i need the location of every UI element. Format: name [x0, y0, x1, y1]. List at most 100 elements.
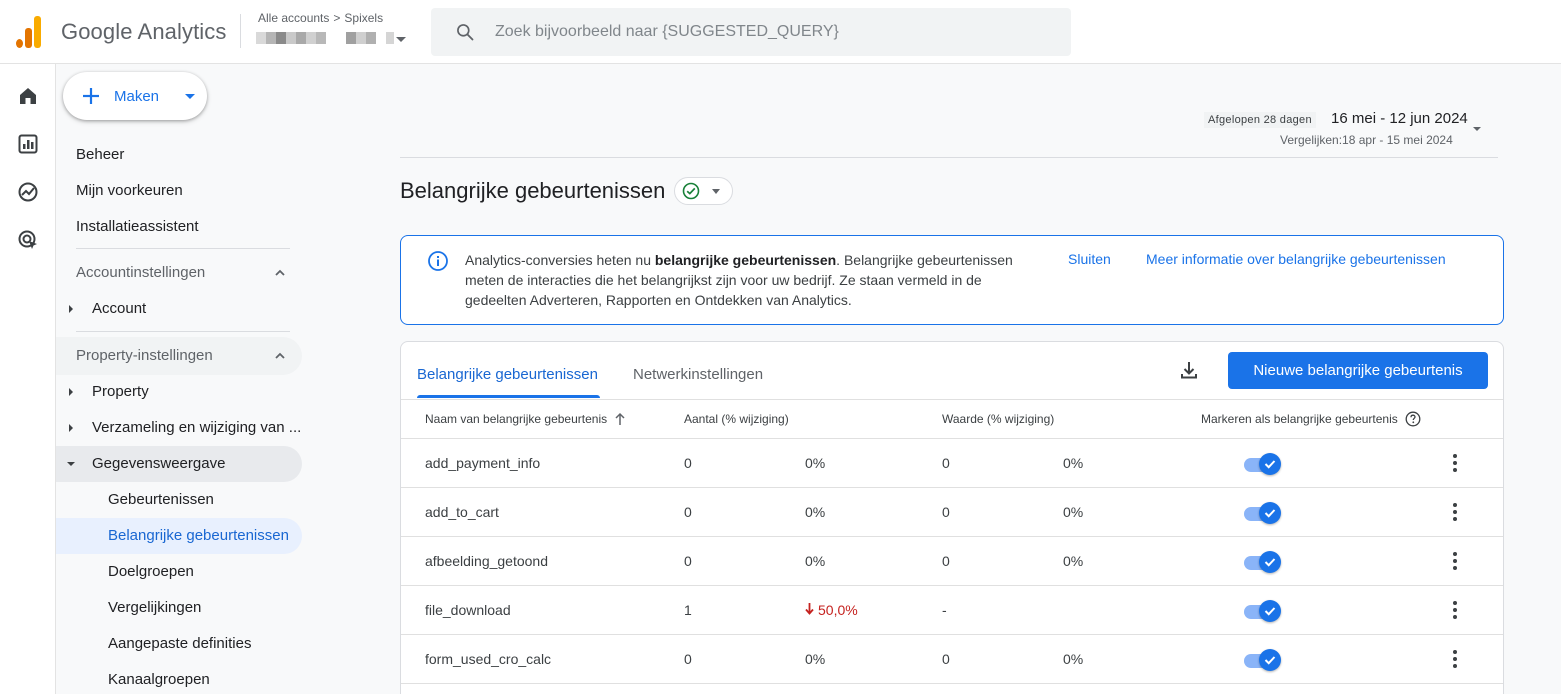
event-name: file_download	[425, 602, 511, 618]
breadcrumb-root[interactable]: Alle accounts	[258, 11, 329, 25]
key-event-toggle[interactable]	[1244, 502, 1281, 524]
event-count-change-negative: 50,0%	[805, 602, 858, 618]
check-icon	[1264, 656, 1276, 665]
chevron-down-icon[interactable]	[1473, 127, 1481, 131]
sidebar-item-comparisons[interactable]: Vergelijkingen	[56, 590, 302, 626]
key-event-toggle[interactable]	[1244, 600, 1281, 622]
expand-arrow-icon	[69, 305, 73, 313]
left-nav-rail	[0, 64, 56, 694]
plus-icon	[83, 88, 99, 104]
section-property-settings[interactable]: Property-instellingen	[56, 337, 302, 375]
sidebar-item-key-events[interactable]: Belangrijke gebeurtenissen	[56, 518, 302, 554]
info-icon	[428, 251, 448, 271]
nav-beheer[interactable]: Beheer	[76, 146, 124, 163]
event-name: form_used_cro_calc	[425, 651, 552, 667]
property-dropdown-icon[interactable]	[396, 37, 406, 42]
col-header-value[interactable]: Waarde (% wijziging)	[942, 412, 1054, 426]
nav-installatieassistent[interactable]: Installatieassistent	[76, 218, 199, 235]
tree-item-data-collection[interactable]: Verzameling en wijziging van ...	[56, 410, 302, 446]
sub-item-label: Doelgroepen	[108, 563, 194, 580]
home-icon[interactable]	[16, 84, 40, 108]
event-value: 0	[942, 504, 950, 520]
sub-item-label: Gebeurtenissen	[108, 491, 214, 508]
status-dropdown[interactable]	[674, 177, 733, 205]
key-event-toggle[interactable]	[1244, 453, 1281, 475]
check-icon	[1264, 509, 1276, 518]
admin-sidebar: Maken Beheer Mijn voorkeuren Installatie…	[56, 64, 316, 694]
banner-text-bold: belangrijke gebeurtenissen	[654, 252, 837, 268]
active-tab-indicator	[417, 395, 600, 398]
sidebar-item-events[interactable]: Gebeurtenissen	[56, 482, 302, 518]
sub-item-label: Aangepaste definities	[108, 635, 252, 652]
search-input[interactable]	[495, 20, 1055, 44]
more-options-icon[interactable]	[1447, 649, 1463, 669]
breadcrumb-separator: >	[333, 11, 341, 25]
expand-arrow-icon	[69, 424, 73, 432]
check-icon	[1264, 460, 1276, 469]
event-name: add_to_cart	[425, 504, 499, 520]
col-header-name[interactable]: Naam van belangrijke gebeurtenis	[425, 412, 607, 426]
event-count-change: 0%	[805, 504, 826, 520]
chevron-down-icon	[712, 189, 720, 194]
tree-item-account[interactable]: Account	[56, 291, 302, 327]
sub-item-label: Kanaalgroepen	[108, 671, 210, 688]
create-button[interactable]: Maken	[63, 72, 207, 120]
google-analytics-logo[interactable]	[14, 16, 44, 48]
tree-item-label: Verzameling en wijziging van ...	[92, 419, 302, 436]
more-options-icon[interactable]	[1447, 551, 1463, 571]
tree-item-label: Property	[92, 383, 149, 400]
chevron-down-icon	[185, 94, 195, 99]
toggle-knob	[1259, 649, 1281, 671]
sidebar-item-channel-groups[interactable]: Kanaalgroepen	[56, 662, 302, 694]
check-icon	[1264, 607, 1276, 616]
property-selector-redacted[interactable]	[256, 32, 406, 46]
app-title: Google Analytics	[61, 19, 227, 44]
search-bar[interactable]	[431, 8, 1071, 56]
advertising-icon[interactable]	[16, 228, 40, 252]
event-name: add_payment_info	[425, 455, 541, 471]
tab-key-events[interactable]: Belangrijke gebeurtenissen	[417, 366, 598, 383]
tree-item-label: Account	[92, 300, 147, 317]
sidebar-divider	[76, 331, 290, 332]
section-account-settings[interactable]: Accountinstellingen	[56, 254, 302, 292]
breadcrumb[interactable]: Alle accounts > Spixels	[258, 11, 383, 25]
check-icon	[1264, 558, 1276, 567]
download-icon[interactable]	[1178, 359, 1200, 381]
toggle-knob	[1259, 453, 1281, 475]
help-icon[interactable]	[1405, 411, 1421, 427]
expand-arrow-icon	[69, 388, 73, 396]
table-row: file_download 1 50,0% -	[401, 586, 1503, 635]
collapse-arrow-icon	[67, 462, 75, 466]
top-bar: Google Analytics Alle accounts > Spixels	[0, 0, 1561, 64]
reports-icon[interactable]	[16, 132, 40, 156]
banner-learn-more-link[interactable]: Meer informatie over belangrijke gebeurt…	[1146, 251, 1446, 267]
more-options-icon[interactable]	[1447, 502, 1463, 522]
col-header-count[interactable]: Aantal (% wijziging)	[684, 412, 789, 426]
key-event-toggle[interactable]	[1244, 649, 1281, 671]
key-event-toggle[interactable]	[1244, 551, 1281, 573]
event-value: 0	[942, 455, 950, 471]
sidebar-item-audiences[interactable]: Doelgroepen	[56, 554, 302, 590]
breadcrumb-account[interactable]: Spixels	[344, 11, 383, 25]
explore-icon[interactable]	[16, 180, 40, 204]
date-range-text: 16 mei - 12 jun 2024	[1331, 110, 1468, 127]
tree-item-property[interactable]: Property	[56, 374, 302, 410]
banner-close-link[interactable]: Sluiten	[1068, 251, 1111, 267]
toggle-knob	[1259, 502, 1281, 524]
nav-mijn-voorkeuren[interactable]: Mijn voorkeuren	[76, 182, 183, 199]
more-options-icon[interactable]	[1447, 453, 1463, 473]
event-count-change: 0%	[805, 651, 826, 667]
event-count-change: 0%	[805, 553, 826, 569]
new-key-event-button[interactable]: Nieuwe belangrijke gebeurtenis	[1228, 352, 1488, 389]
table-row: afbeelding_getoond 0 0% 0 0%	[401, 537, 1503, 586]
toggle-knob	[1259, 600, 1281, 622]
tab-network-settings[interactable]: Netwerkinstellingen	[633, 366, 763, 383]
section-title: Property-instellingen	[76, 347, 213, 364]
sidebar-item-custom-definitions[interactable]: Aangepaste definities	[56, 626, 302, 662]
arrow-down-icon	[805, 603, 814, 615]
more-options-icon[interactable]	[1447, 600, 1463, 620]
tree-item-data-display[interactable]: Gegevensweergave	[56, 446, 302, 482]
page-title: Belangrijke gebeurtenissen	[400, 178, 666, 203]
create-button-label: Maken	[114, 88, 160, 105]
sort-arrow-up-icon[interactable]	[614, 412, 626, 426]
